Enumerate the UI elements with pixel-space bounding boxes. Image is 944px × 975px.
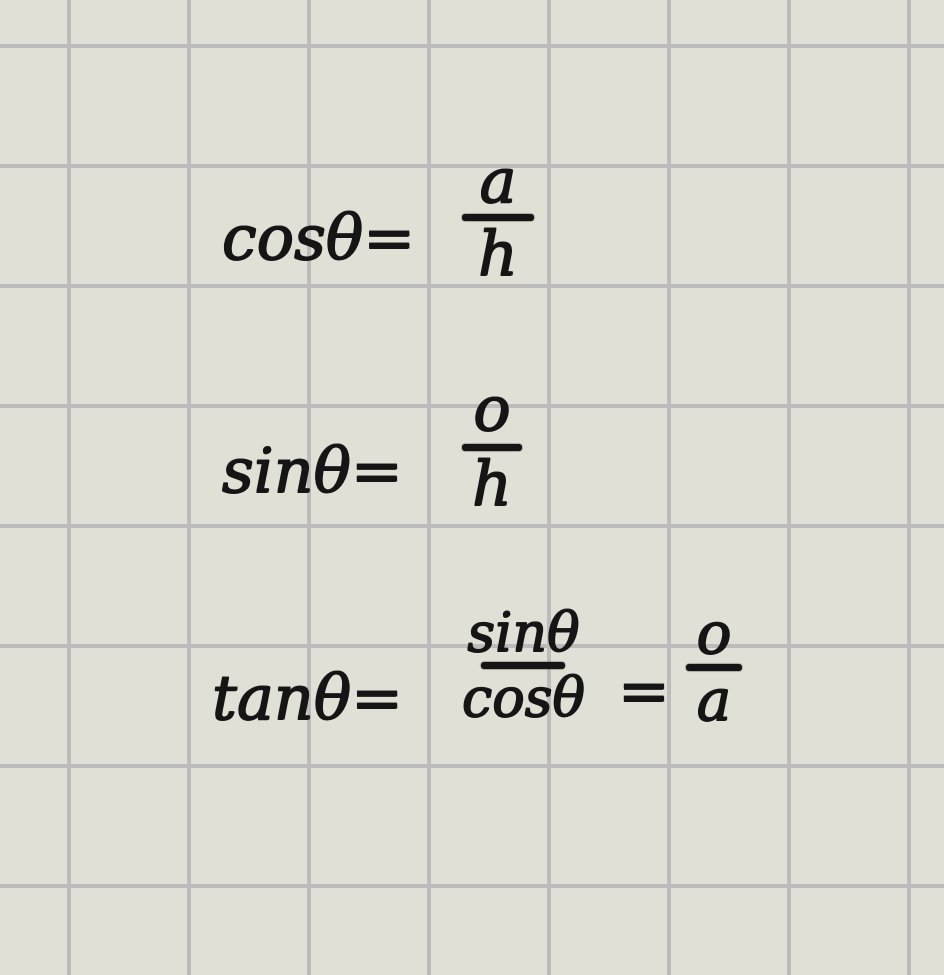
cos-numerator: a — [479, 144, 517, 217]
tan-numerator: sinθ — [467, 601, 580, 664]
cos-formula-lhs: cosθ= — [222, 201, 416, 274]
tan-fraction-sin-over-cos: sinθ cosθ — [462, 606, 585, 725]
cos-fraction: a h — [462, 150, 534, 285]
sin-fraction: o h — [462, 378, 522, 515]
cos-denominator: h — [478, 217, 518, 290]
tan-denominator: cosθ — [462, 666, 585, 729]
sin-denominator: h — [472, 447, 512, 520]
tan-fraction-o-over-a: o a — [686, 604, 742, 729]
tan-formula-lhs: tanθ= — [212, 661, 404, 734]
tan-denominator-2: a — [696, 666, 732, 734]
tan-numerator-2: o — [696, 599, 732, 667]
sin-formula-lhs: sinθ= — [222, 434, 403, 507]
sin-numerator: o — [473, 372, 511, 445]
tan-second-equals: = — [618, 654, 670, 727]
